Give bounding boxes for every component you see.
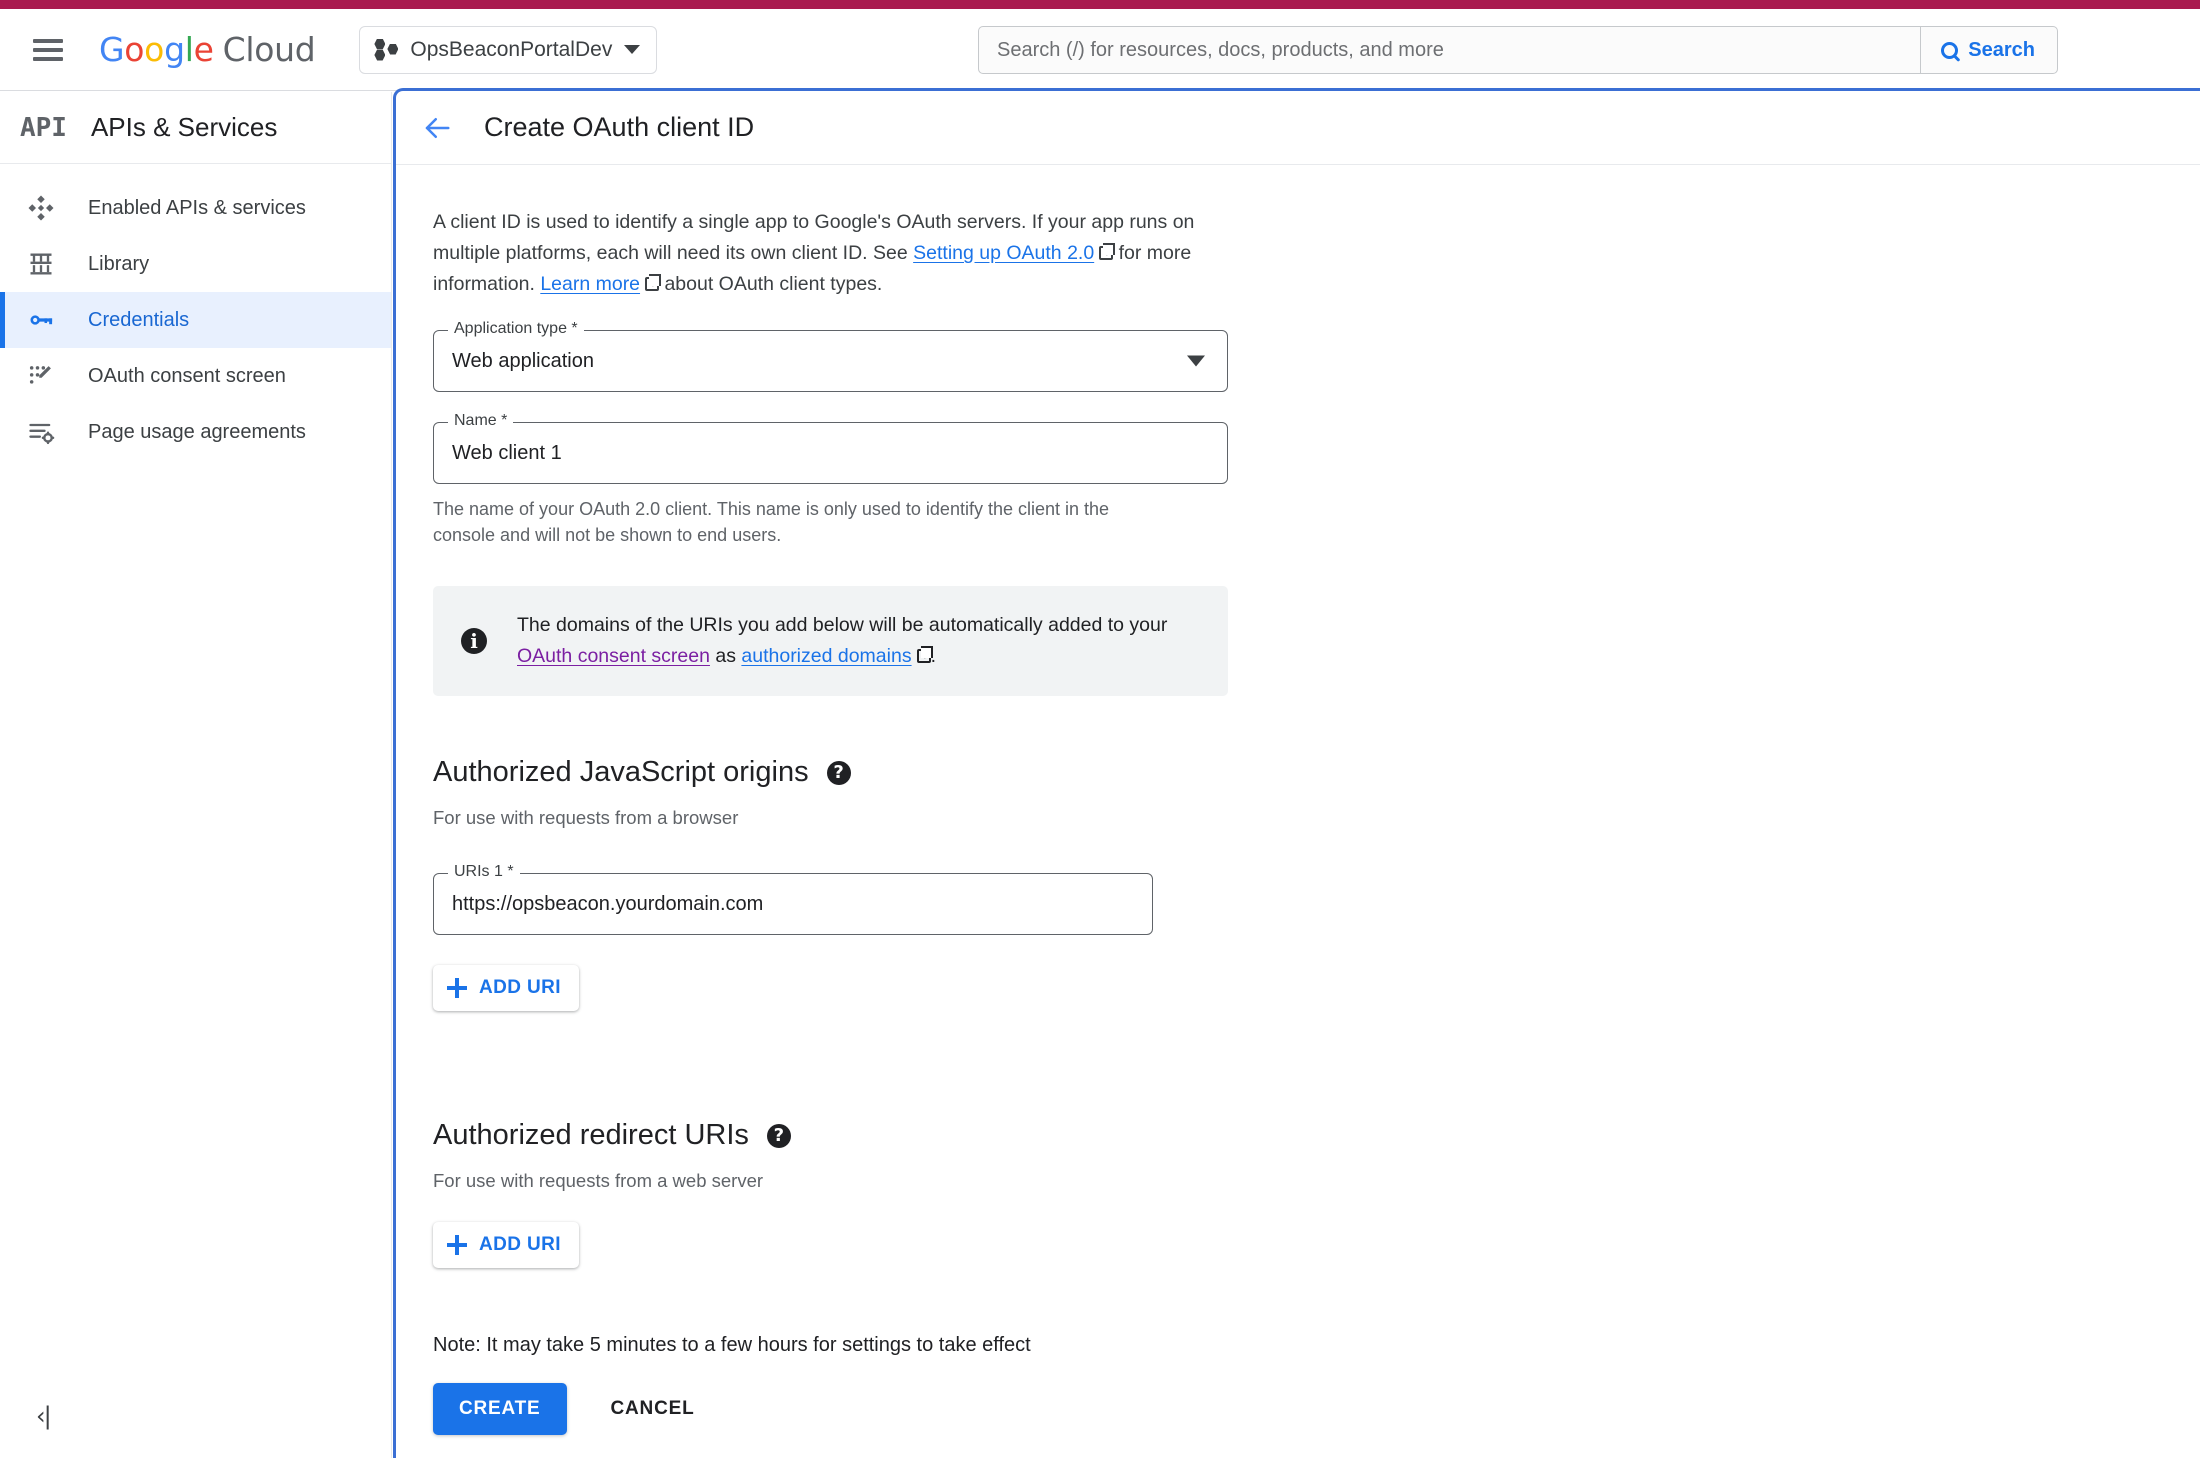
redirect-uris-add-uri-button[interactable]: ADD URI (433, 1222, 579, 1268)
create-button[interactable]: CREATE (433, 1383, 567, 1435)
oauth-consent-screen-link[interactable]: OAuth consent screen (517, 645, 710, 667)
form-actions: CREATE CANCEL (433, 1383, 1226, 1435)
sidebar-item-label: Credentials (88, 308, 190, 331)
js-origin-uri-input[interactable]: https://opsbeacon.yourdomain.com (452, 893, 763, 916)
consent-screen-icon (24, 361, 58, 391)
chevron-down-icon (624, 45, 641, 54)
form-content: A client ID is used to identify a single… (396, 207, 1228, 1435)
js-origins-add-uri-button[interactable]: ADD URI (433, 965, 579, 1011)
application-type-value: Web application (452, 349, 594, 372)
setting-up-oauth-link[interactable]: Setting up OAuth 2.0 (913, 242, 1094, 264)
search-button[interactable]: Search (1920, 27, 2057, 73)
hamburger-menu-icon[interactable] (33, 38, 63, 61)
redirect-uris-title: Authorized redirect URIs (433, 1119, 749, 1151)
sidebar-header: API APIs & Services (0, 92, 391, 164)
redirect-uris-add-uri-label: ADD URI (479, 1234, 561, 1255)
panel-body: A client ID is used to identify a single… (396, 165, 2200, 1457)
search-icon (1941, 41, 1959, 59)
client-name-label: Name * (448, 412, 514, 430)
back-arrow-icon[interactable] (420, 113, 454, 143)
authorized-domains-link-label: authorized domains (741, 645, 912, 667)
js-origins-title: Authorized JavaScript origins (433, 756, 809, 788)
js-origins-add-uri-label: ADD URI (479, 977, 561, 998)
external-link-icon (916, 646, 933, 663)
sidebar-item-label: Page usage agreements (88, 420, 306, 443)
agreements-icon (24, 417, 58, 447)
sidebar-nav-list: Enabled APIs & services Library Credenti… (0, 164, 391, 460)
api-logo: API (20, 112, 67, 143)
external-link-icon (645, 274, 662, 291)
collapse-sidebar-icon[interactable]: ‹| (36, 1402, 52, 1430)
sidebar-item-enabled-apis[interactable]: Enabled APIs & services (0, 180, 391, 236)
redirect-uris-section-header: Authorized redirect URIs ? (433, 1119, 1226, 1152)
client-name-helper-text: The name of your OAuth 2.0 client. This … (433, 499, 1110, 545)
project-selector[interactable]: OpsBeaconPortalDev (359, 25, 658, 74)
top-accent-strip (0, 0, 2200, 9)
top-navigation-bar: Google Cloud OpsBeaconPortalDev Search (/… (0, 9, 2200, 91)
js-origin-uri-label: URIs 1 * (448, 863, 520, 881)
js-origin-uri-field[interactable]: URIs 1 * https://opsbeacon.yourdomain.co… (433, 863, 1153, 935)
settings-effect-note: Note: It may take 5 minutes to a few hou… (433, 1334, 1031, 1356)
sidebar-item-page-usage-agreements[interactable]: Page usage agreements (0, 404, 391, 460)
intro-text-3: about OAuth client types. (659, 273, 883, 295)
sidebar-item-oauth-consent-screen[interactable]: OAuth consent screen (0, 348, 391, 404)
library-icon (24, 249, 58, 279)
panel-header: Create OAuth client ID (396, 91, 2200, 165)
domains-info-text: The domains of the URIs you add below wi… (517, 610, 1202, 672)
sidebar-item-label: OAuth consent screen (88, 364, 286, 387)
intro-paragraph: A client ID is used to identify a single… (433, 207, 1223, 300)
dashboard-diamond-icon (24, 193, 58, 223)
learn-more-link-label: Learn more (540, 273, 641, 295)
plus-icon (447, 978, 467, 998)
key-icon (24, 305, 58, 335)
sidebar-title: APIs & Services (90, 112, 278, 142)
help-icon[interactable]: ? (826, 760, 851, 785)
create-oauth-client-panel: Create OAuth client ID A client ID is us… (393, 88, 2200, 1458)
learn-more-link[interactable]: Learn more (540, 273, 640, 295)
banner-text-2: as (709, 645, 742, 667)
page-title: Create OAuth client ID (484, 112, 755, 142)
sidebar-item-library[interactable]: Library (0, 236, 391, 292)
redirect-uris-subtitle: For use with requests from a web server (433, 1170, 764, 1191)
oauth-consent-screen-link-label: OAuth consent screen (517, 645, 710, 667)
cloud-wordmark: Cloud (222, 30, 316, 69)
client-name-field[interactable]: Name * Web client 1 (433, 412, 1228, 484)
project-name-label: OpsBeaconPortalDev (410, 37, 613, 61)
sidebar-item-label: Library (88, 252, 150, 275)
plus-icon (447, 1235, 467, 1255)
left-sidebar: API APIs & Services Enabled APIs & servi… (0, 92, 392, 1458)
application-type-label: Application type * (448, 320, 584, 338)
cancel-button[interactable]: CANCEL (595, 1383, 711, 1435)
help-icon[interactable]: ? (766, 1123, 791, 1148)
search-button-label: Search (1968, 38, 2035, 61)
chevron-down-icon (1187, 355, 1205, 367)
domains-info-banner: i The domains of the URIs you add below … (433, 586, 1228, 696)
search-input[interactable]: Search (/) for resources, docs, products… (979, 39, 1920, 62)
setting-up-oauth-link-label: Setting up OAuth 2.0 (913, 242, 1095, 264)
client-name-input[interactable]: Web client 1 (452, 442, 562, 465)
google-cloud-logo[interactable]: Google Cloud (99, 30, 316, 69)
sidebar-item-label: Enabled APIs & services (88, 196, 306, 219)
application-type-select[interactable]: Application type * Web application (433, 320, 1228, 392)
global-search-bar[interactable]: Search (/) for resources, docs, products… (978, 26, 2058, 74)
banner-text-1: The domains of the URIs you add below wi… (517, 614, 1168, 636)
external-link-icon (1099, 243, 1116, 260)
sidebar-item-credentials[interactable]: Credentials (0, 292, 391, 348)
js-origins-section-header: Authorized JavaScript origins ? (433, 756, 1226, 789)
js-origins-subtitle: For use with requests from a browser (433, 807, 739, 828)
authorized-domains-link[interactable]: authorized domains (741, 645, 911, 667)
project-dots-icon (374, 38, 399, 61)
info-icon: i (461, 628, 487, 654)
